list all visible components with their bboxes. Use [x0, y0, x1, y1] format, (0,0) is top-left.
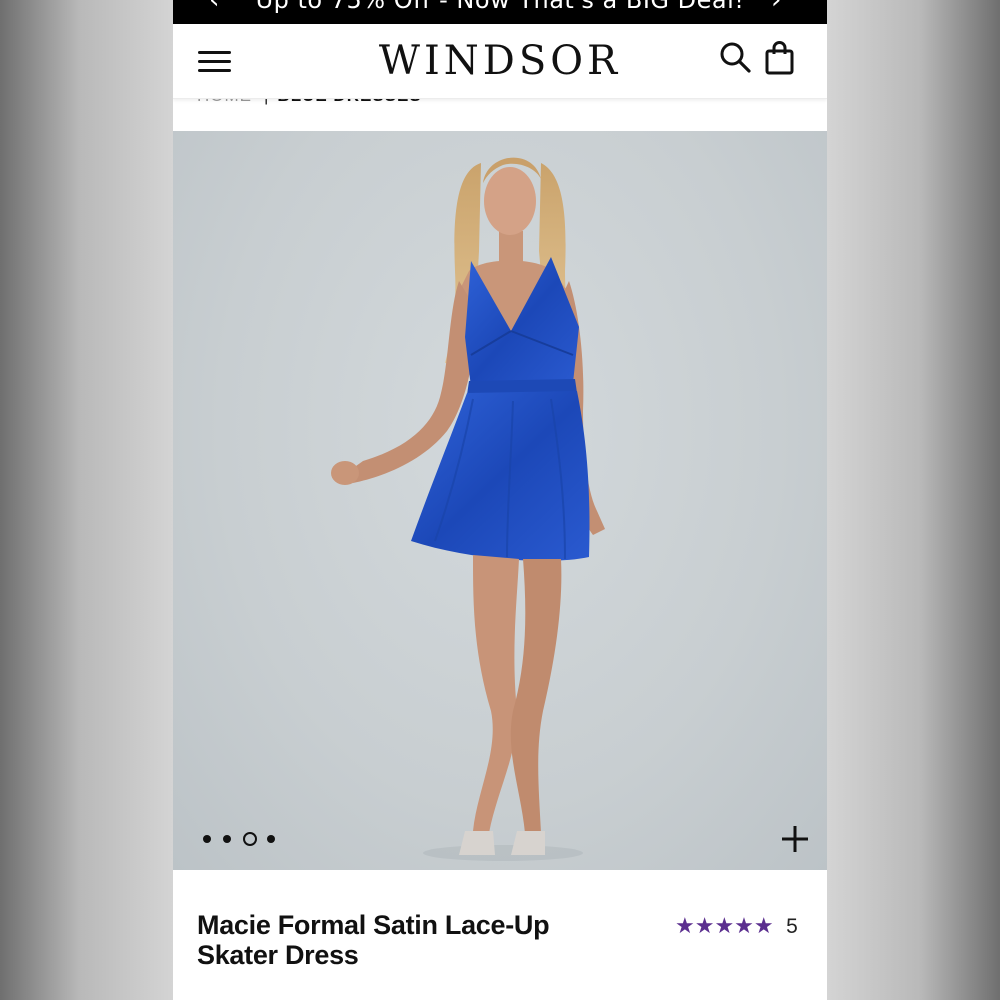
- gallery-dot[interactable]: [203, 835, 211, 843]
- promo-text: Up to 75% Off - Now That's a BIG Deal!: [255, 0, 745, 14]
- shopping-bag-icon[interactable]: [764, 40, 796, 76]
- product-rating[interactable]: ★★★★★ 5: [675, 914, 798, 942]
- plus-icon[interactable]: [779, 823, 811, 855]
- product-page: ‹ Up to 75% Off - Now That's a BIG Deal!…: [173, 0, 827, 1000]
- gallery-dot-active[interactable]: [243, 832, 257, 846]
- search-icon[interactable]: [719, 41, 753, 75]
- product-photo[interactable]: [173, 131, 827, 870]
- product-image-gallery[interactable]: [173, 131, 827, 870]
- hamburger-menu-icon[interactable]: [197, 46, 233, 76]
- gallery-dot[interactable]: [267, 835, 275, 843]
- brand-logo[interactable]: WINDSOR: [373, 38, 627, 84]
- chevron-right-icon[interactable]: ›: [771, 0, 781, 15]
- site-header: WINDSOR: [173, 24, 827, 99]
- product-title: Macie Formal Satin Lace-Up Skater Dress: [197, 910, 550, 970]
- review-count[interactable]: 5: [786, 915, 798, 938]
- promo-banner[interactable]: ‹ Up to 75% Off - Now That's a BIG Deal!…: [173, 0, 827, 24]
- gallery-dot[interactable]: [223, 835, 231, 843]
- star-rating-icon: ★★★★★: [675, 914, 774, 939]
